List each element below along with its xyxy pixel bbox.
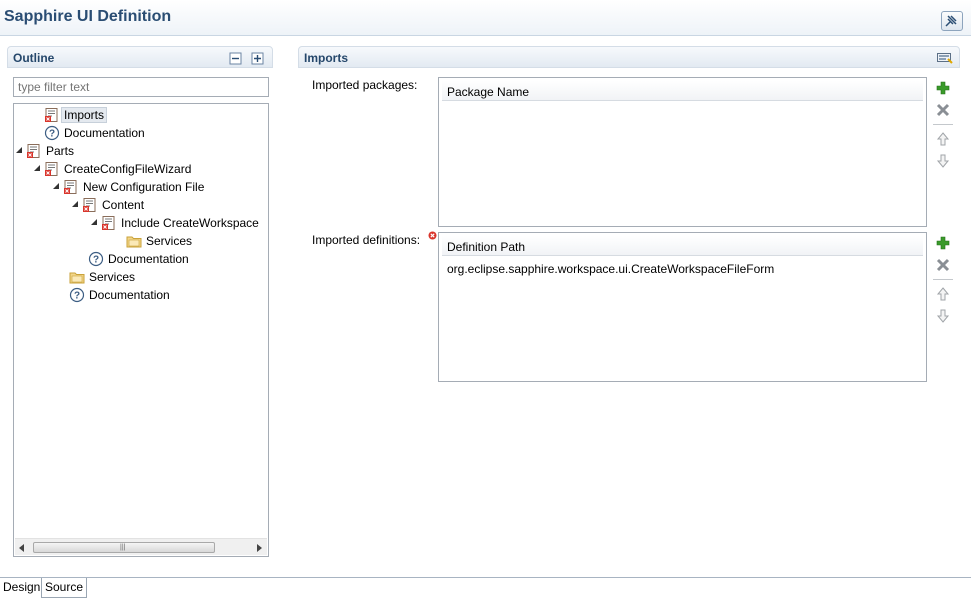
imported-definitions-table[interactable]: Definition Path org.eclipse.sapphire.wor…: [438, 232, 927, 382]
help-icon: ?: [44, 125, 60, 141]
expanded-arrow-icon[interactable]: [32, 163, 42, 173]
toolbar-separator: [933, 279, 953, 280]
help-icon: ?: [69, 287, 85, 303]
scroll-left-icon[interactable]: [19, 544, 25, 552]
expanded-arrow-icon[interactable]: [14, 145, 24, 155]
imported-packages-table[interactable]: Package Name: [438, 77, 927, 227]
header-action-button[interactable]: [941, 11, 963, 31]
tree-item-label: Imports: [61, 107, 108, 123]
definition-path-column-header[interactable]: Definition Path: [442, 236, 923, 256]
table-row[interactable]: org.eclipse.sapphire.workspace.ui.Create…: [447, 262, 774, 276]
move-down-package-icon[interactable]: [935, 153, 951, 169]
imports-help-icon[interactable]: [937, 52, 953, 64]
tree-item-label: Documentation: [64, 126, 145, 140]
horizontal-scrollbar[interactable]: |||: [15, 538, 267, 555]
imported-definitions-label: Imported definitions:: [312, 233, 421, 247]
editor-tabs: Design Source: [0, 577, 971, 602]
form-icon: [64, 180, 77, 194]
add-definition-icon[interactable]: [935, 235, 951, 251]
tree-item-label: Include CreateWorkspace: [121, 216, 259, 230]
form-icon: [27, 144, 40, 158]
expand-all-icon[interactable]: [251, 52, 264, 65]
scroll-right-icon[interactable]: [257, 544, 263, 552]
form-icon: [102, 216, 115, 230]
tree-item-label: New Configuration File: [83, 180, 205, 194]
expanded-arrow-icon[interactable]: [89, 217, 99, 227]
outline-tree[interactable]: Imports? Documentation Parts CreateConfigFi…: [13, 103, 269, 557]
folder-icon: [69, 272, 85, 284]
editor-title: Sapphire UI Definition: [4, 8, 172, 25]
collapse-all-icon[interactable]: [229, 52, 242, 65]
editor-header: Sapphire UI Definition: [0, 0, 971, 36]
error-icon: [428, 231, 437, 240]
help-icon: ?: [88, 251, 104, 267]
outline-title: Outline: [13, 51, 55, 65]
move-down-definition-icon[interactable]: [935, 308, 951, 324]
imported-packages-label: Imported packages:: [312, 78, 418, 92]
form-icon: [45, 108, 58, 122]
tree-item-label: Content: [102, 198, 145, 212]
tab-source[interactable]: Source: [41, 578, 88, 598]
move-up-package-icon[interactable]: [935, 131, 951, 147]
tree-item-label: Services: [89, 270, 136, 284]
form-icon: [45, 162, 58, 176]
tree-item-label: CreateConfigFileWizard: [64, 162, 192, 176]
svg-text:?: ?: [93, 255, 99, 266]
form-icon: [83, 198, 96, 212]
expanded-arrow-icon[interactable]: [70, 199, 80, 209]
package-name-column-header[interactable]: Package Name: [442, 81, 923, 101]
tree-item-label: Documentation: [89, 288, 170, 302]
tab-design[interactable]: Design: [0, 578, 43, 598]
add-package-icon[interactable]: [935, 80, 951, 96]
pin-icon: [945, 15, 957, 27]
outline-filter-input[interactable]: [13, 77, 269, 97]
remove-package-icon[interactable]: [935, 102, 951, 118]
folder-icon: [126, 236, 142, 248]
tree-item-label: Documentation: [108, 252, 189, 266]
svg-text:?: ?: [74, 291, 80, 302]
toolbar-separator: [933, 124, 953, 125]
imports-title: Imports: [304, 51, 349, 65]
outline-header: Outline: [7, 46, 273, 68]
remove-definition-icon[interactable]: [935, 257, 951, 273]
tree-item-label: Services: [146, 234, 193, 248]
imports-header: Imports: [298, 46, 960, 68]
svg-text:?: ?: [49, 129, 55, 140]
scrollbar-thumb[interactable]: |||: [33, 542, 215, 553]
move-up-definition-icon[interactable]: [935, 286, 951, 302]
tree-item-label: Parts: [46, 144, 75, 158]
expanded-arrow-icon[interactable]: [51, 181, 61, 191]
